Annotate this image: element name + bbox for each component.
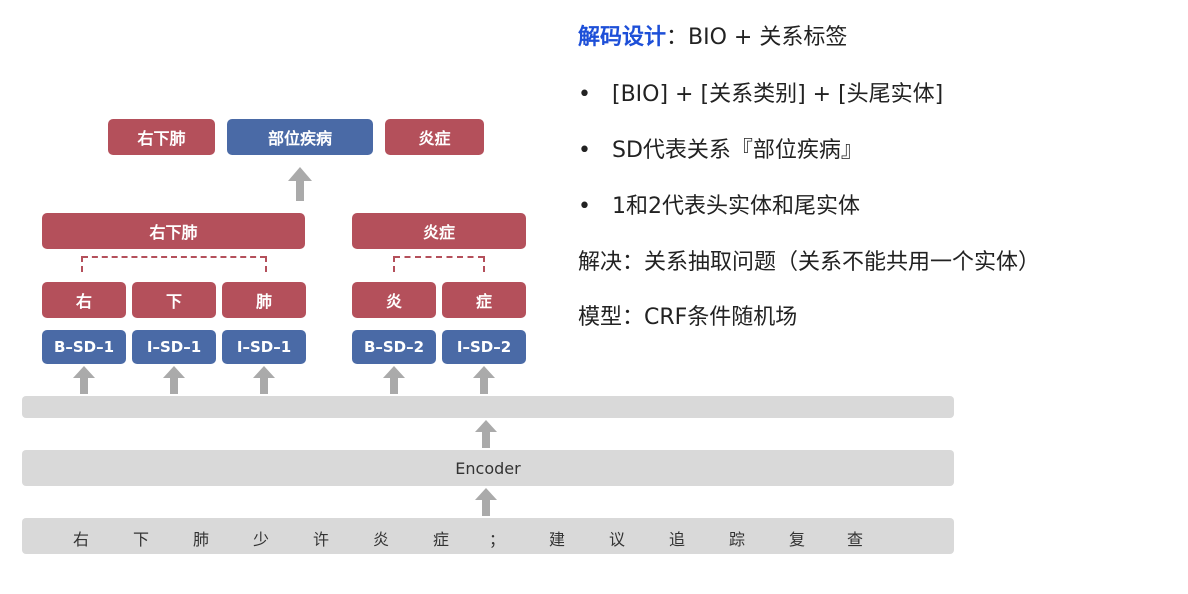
- relation-tail-entity: 炎症: [385, 119, 484, 155]
- connector-line: [483, 256, 485, 272]
- char-box: 下: [132, 282, 216, 318]
- relation-type: 部位疾病: [227, 119, 373, 155]
- tag-box: I–SD–2: [442, 330, 526, 364]
- tag-box: B–SD–2: [352, 330, 436, 364]
- relation-head-entity: 右下肺: [108, 119, 215, 155]
- connector-line: [82, 256, 266, 258]
- input-token: 复: [788, 530, 805, 549]
- up-arrow-icon: [253, 366, 275, 394]
- heading-rest: ：BIO + 关系标签: [666, 25, 848, 50]
- up-arrow-icon: [163, 366, 185, 394]
- entity-box-2: 炎症: [352, 213, 526, 249]
- entity-box-1: 右下肺: [42, 213, 305, 249]
- input-token: 下: [132, 530, 149, 549]
- decode-design-heading: 解码设计：BIO + 关系标签: [578, 19, 847, 51]
- bullet-item: • 1和2代表头实体和尾实体: [578, 188, 860, 220]
- bullet-item: • [BIO] + [关系类别] + [头尾实体]: [578, 76, 943, 108]
- bullet-dot: •: [578, 138, 591, 163]
- connector-line: [265, 256, 267, 272]
- input-token: 建: [548, 530, 565, 549]
- up-arrow-icon: [475, 420, 497, 448]
- input-token: 踪: [728, 530, 745, 549]
- char-box: 右: [42, 282, 126, 318]
- model-line: 模型：CRF条件随机场: [578, 305, 798, 330]
- bullet-dot: •: [578, 82, 591, 107]
- input-token: 肺: [192, 530, 209, 549]
- up-arrow-icon: [73, 366, 95, 394]
- char-box: 肺: [222, 282, 306, 318]
- encoder-bar: Encoder: [22, 450, 954, 486]
- tag-box: B–SD–1: [42, 330, 126, 364]
- bullet-text: [BIO] + [关系类别] + [头尾实体]: [612, 82, 944, 107]
- up-arrow-icon: [383, 366, 405, 394]
- heading-highlight: 解码设计: [578, 25, 667, 50]
- input-token: 炎: [372, 530, 389, 549]
- char-box: 症: [442, 282, 526, 318]
- input-token: 症: [432, 530, 449, 549]
- input-token: 少: [252, 530, 269, 549]
- solve-line: 解决：关系抽取问题（关系不能共用一个实体）: [578, 250, 1041, 275]
- input-token: 查: [846, 530, 863, 549]
- connector-line: [393, 256, 395, 272]
- up-arrow-icon: [475, 488, 497, 516]
- input-token: 追: [668, 530, 685, 549]
- hidden-layer-bar: [22, 396, 954, 418]
- up-arrow-icon: [473, 366, 495, 394]
- bullet-dot: •: [578, 194, 591, 219]
- bullet-item: • SD代表关系『部位疾病』: [578, 132, 863, 164]
- connector-line: [394, 256, 484, 258]
- input-token: 许: [312, 530, 329, 549]
- bullet-text: SD代表关系『部位疾病』: [612, 138, 863, 163]
- bullet-text: 1和2代表头实体和尾实体: [612, 194, 860, 219]
- tag-box: I–SD–1: [222, 330, 306, 364]
- char-box: 炎: [352, 282, 436, 318]
- connector-line: [81, 256, 83, 272]
- input-token: 右: [72, 530, 89, 549]
- tag-box: I–SD–1: [132, 330, 216, 364]
- up-arrow-icon: [288, 167, 312, 201]
- input-token: 议: [608, 530, 625, 549]
- input-token: ；: [488, 530, 505, 549]
